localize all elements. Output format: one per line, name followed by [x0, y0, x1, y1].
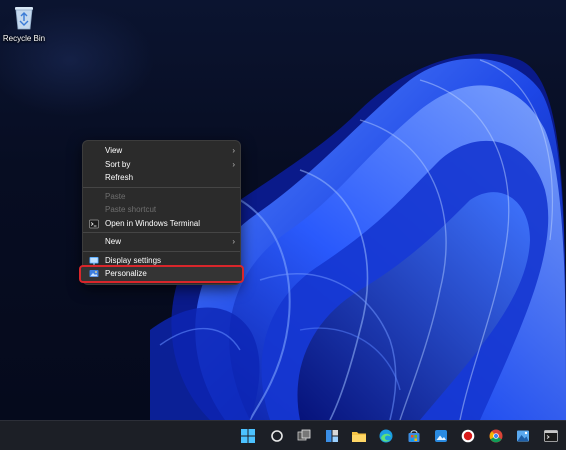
chevron-right-icon: › [232, 159, 235, 169]
menu-item-personalize[interactable]: Personalize [79, 265, 244, 283]
desktop-icon-recycle-bin[interactable]: Recycle Bin [2, 4, 46, 43]
menu-item-label: Personalize [105, 269, 147, 279]
menu-item-new[interactable]: New › [83, 235, 240, 249]
photos-icon[interactable] [433, 428, 449, 444]
menu-item-display-settings[interactable]: Display settings [83, 254, 240, 268]
menu-item-label: Open in Windows Terminal [105, 218, 201, 228]
microsoft-store-icon[interactable] [406, 428, 422, 444]
menu-item-label: Refresh [105, 173, 134, 183]
search-icon[interactable] [269, 428, 285, 444]
windows-start-icon[interactable] [240, 428, 256, 444]
menu-item-label: New [105, 237, 122, 247]
menu-item-view[interactable]: View › [83, 144, 240, 158]
menu-item-label: Paste shortcut [105, 205, 157, 215]
chevron-right-icon: › [232, 237, 235, 246]
record-icon[interactable] [460, 428, 476, 444]
recycle-bin-label: Recycle Bin [2, 34, 46, 43]
menu-separator [83, 232, 240, 233]
menu-item-refresh[interactable]: Refresh [83, 171, 240, 185]
widgets-icon[interactable] [324, 428, 340, 444]
menu-item-label: View [105, 146, 123, 156]
menu-item-label: Paste [105, 191, 126, 201]
display-icon [89, 256, 99, 266]
personalize-icon [89, 269, 99, 279]
edge-icon[interactable] [378, 428, 394, 444]
taskbar [0, 420, 566, 450]
task-view-icon[interactable] [296, 428, 312, 444]
menu-separator [83, 186, 240, 188]
menu-separator [83, 250, 240, 252]
file-explorer-icon[interactable] [351, 428, 367, 444]
image-viewer-icon[interactable] [515, 428, 531, 444]
menu-item-label: Sort by [105, 159, 131, 169]
desktop-context-menu: View › Sort by › Refresh Paste Paste sho… [79, 140, 244, 285]
menu-item-paste: Paste [83, 190, 240, 204]
recycle-bin-icon [13, 4, 35, 30]
menu-item-open-in-windows-terminal[interactable]: Open in Windows Terminal [83, 217, 240, 231]
menu-item-label: Display settings [105, 255, 162, 265]
menu-item-sort-by[interactable]: Sort by › [83, 158, 240, 172]
terminal-icon [89, 219, 99, 229]
desktop[interactable]: Recycle Bin View › Sort by › Refresh Pas… [0, 0, 566, 420]
chevron-right-icon: › [232, 146, 235, 155]
chrome-icon[interactable] [488, 428, 504, 444]
menu-item-paste-shortcut: Paste shortcut [83, 203, 240, 217]
terminal-icon[interactable] [543, 428, 559, 444]
